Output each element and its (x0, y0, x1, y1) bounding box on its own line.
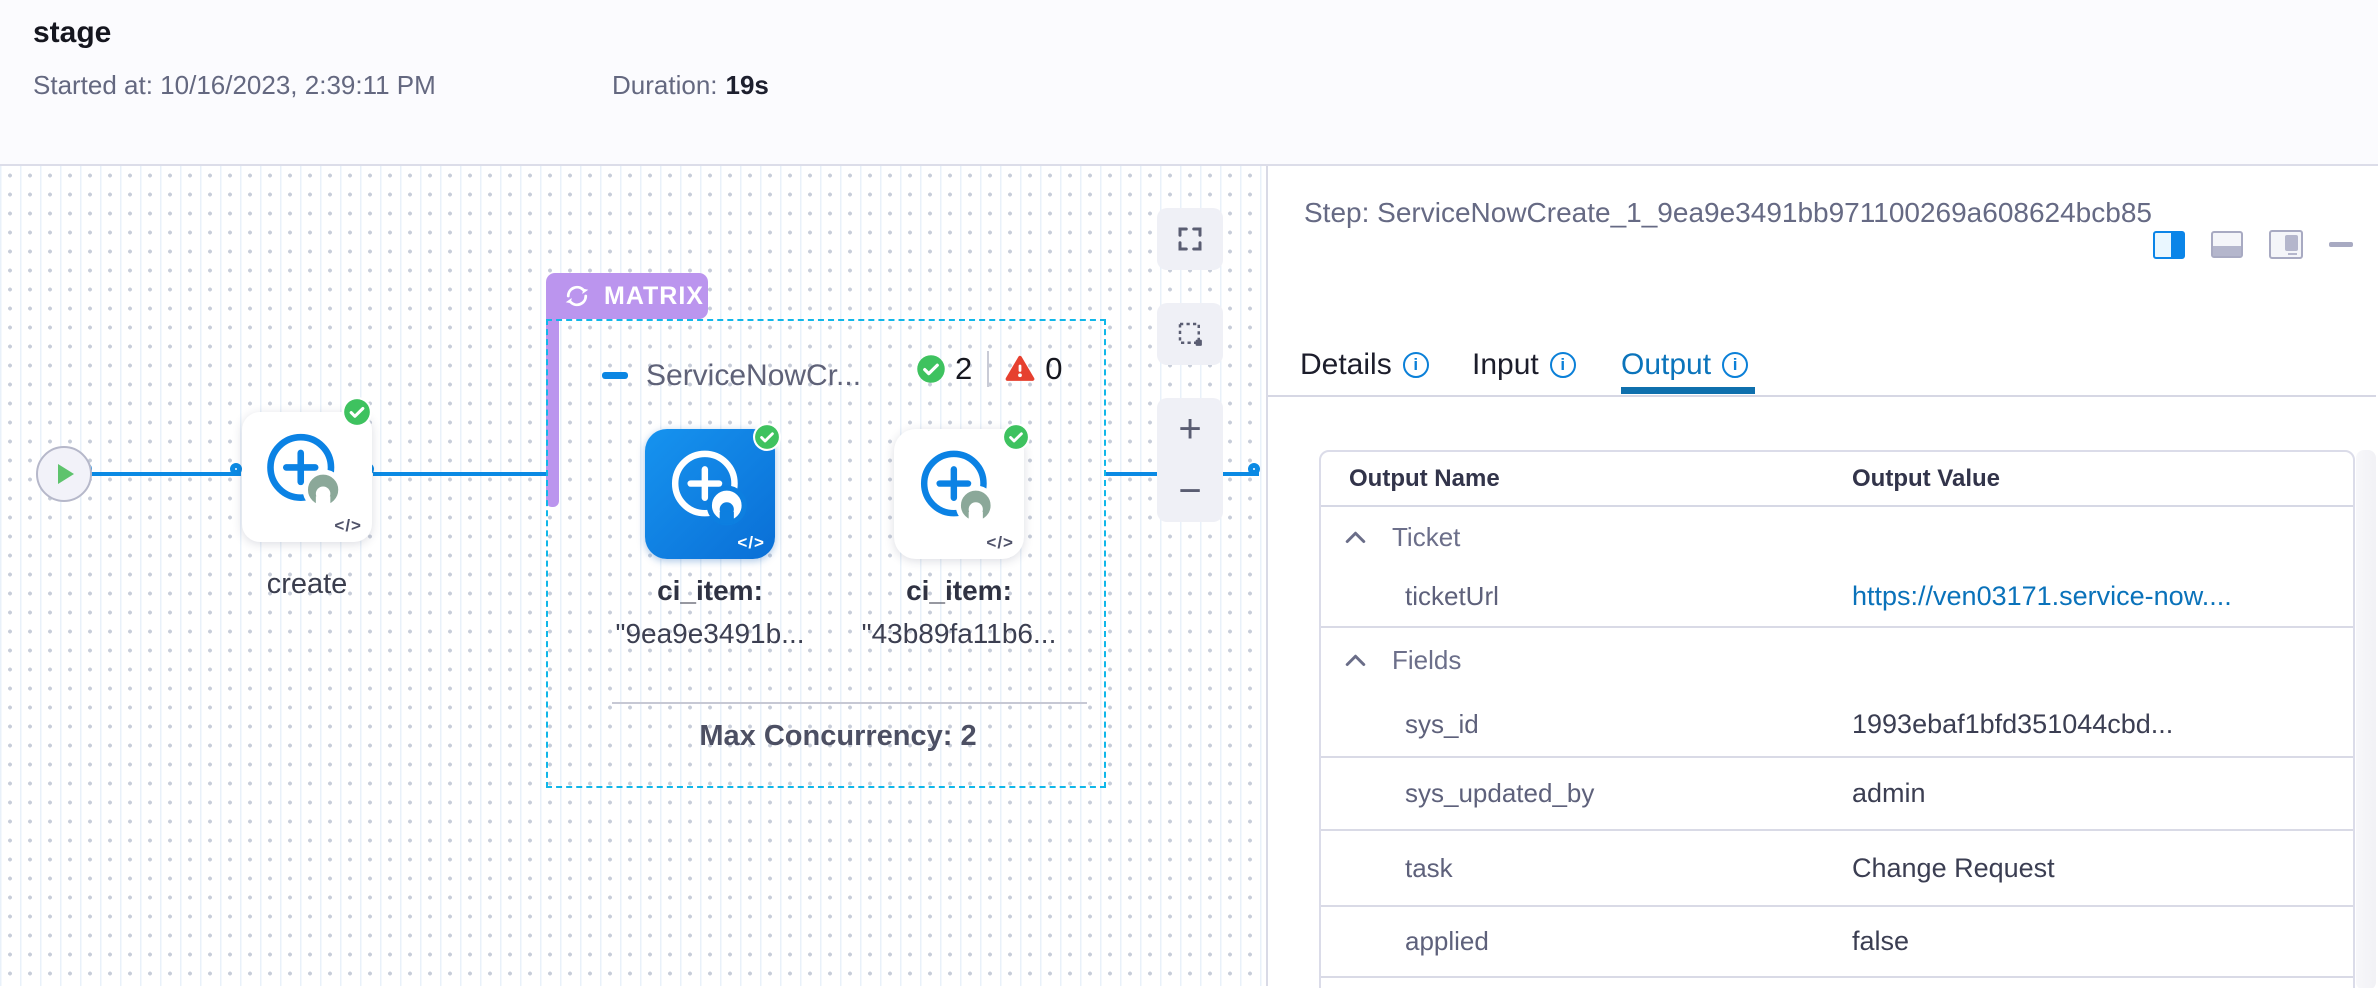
step-title: Step: ServiceNowCreate_1_9ea9e3491bb9711… (1304, 194, 2164, 232)
success-count-icon (916, 354, 946, 384)
edge-start-to-create (91, 472, 241, 476)
minimize-panel-button[interactable] (2329, 242, 2353, 247)
success-badge-icon (753, 423, 781, 451)
badge-separator (987, 351, 989, 387)
matrix-item-label-2: ci_item: "43b89fa11b6... (799, 569, 1119, 655)
group-row-fields: Fields (1321, 628, 2353, 692)
group-label: Fields (1392, 645, 1461, 676)
panel-layout-controls (2153, 230, 2353, 259)
tabs-divider (1268, 395, 2376, 397)
code-icon (737, 533, 765, 553)
success-badge-icon (1002, 423, 1030, 451)
table-row: sys_updated_by admin (1321, 758, 2353, 831)
step-label-create: create (187, 568, 427, 601)
started-at-text: Started at: 10/16/2023, 2:39:11 PM (33, 70, 436, 101)
duration-text: Duration: 19s (612, 70, 769, 101)
failed-count: 0 (1045, 351, 1062, 387)
active-tab-indicator (1621, 387, 1755, 394)
stage-title: stage (33, 16, 111, 50)
bottom-panel-layout-icon (2213, 246, 2241, 256)
chevron-up-icon[interactable] (1345, 653, 1366, 667)
edge-create-to-matrix (373, 472, 546, 476)
step-name: ServiceNowCreate_1_9ea9e3491bb971100269a… (1377, 197, 2152, 228)
matrix-tag: MATRIX (546, 273, 708, 319)
marquee-select-button[interactable] (1157, 303, 1223, 365)
matrix-item-node-2[interactable] (894, 429, 1024, 559)
table-row: sys_id 1993ebaf1bfd351044cbd... (1321, 692, 2353, 758)
step-node-create[interactable] (242, 412, 372, 542)
right-panel-layout-icon (2171, 233, 2183, 257)
info-icon[interactable] (1722, 352, 1748, 378)
play-icon (57, 463, 75, 485)
stage-header: stage Started at: 10/16/2023, 2:39:11 PM… (0, 0, 2378, 166)
info-icon[interactable] (1550, 352, 1576, 378)
zoom-in-button[interactable]: + (1178, 409, 1201, 449)
column-header-output-name: Output Name (1321, 465, 1852, 493)
column-header-output-value: Output Value (1852, 465, 2353, 493)
pipeline-canvas[interactable]: create MATRIX ServiceNowCr... 2 (0, 166, 1266, 986)
servicenow-step-icon (661, 441, 759, 539)
duration-label: Duration: (612, 70, 718, 100)
loop-icon (562, 281, 592, 311)
matrix-footer-divider (612, 702, 1087, 704)
fit-to-screen-button[interactable] (1157, 208, 1223, 270)
floating-panel-layout-icon (2285, 235, 2298, 251)
bottom-panel-layout-button[interactable] (2211, 231, 2243, 258)
tab-details[interactable]: Details (1300, 348, 1429, 382)
group-label: Ticket (1392, 522, 1460, 553)
pipeline-execution-page: stage Started at: 10/16/2023, 2:39:11 PM… (0, 0, 2378, 988)
table-header-row: Output Name Output Value (1321, 452, 2353, 507)
failed-count-icon (1004, 354, 1036, 384)
matrix-item-node-1[interactable] (645, 429, 775, 559)
floating-panel-layout-button[interactable] (2269, 230, 2303, 259)
table-row: applied false (1321, 907, 2353, 978)
code-icon (334, 516, 362, 536)
duration-value: 19s (726, 70, 769, 100)
output-table: Output Name Output Value Ticket ticketUr… (1319, 450, 2355, 988)
ticket-url-link[interactable]: https://ven03171.service-now.... (1852, 581, 2353, 612)
panel-scrollbar[interactable] (2356, 450, 2376, 988)
table-row: ticketUrl https://ven03171.service-now..… (1321, 567, 2353, 628)
collapse-matrix-button[interactable] (602, 372, 628, 379)
zoom-controls: + − (1157, 398, 1223, 522)
servicenow-step-icon (910, 441, 1008, 539)
max-concurrency-label: Max Concurrency: 2 (588, 720, 1088, 753)
matrix-group: ServiceNowCr... 2 0 (546, 319, 1106, 788)
code-icon (986, 533, 1014, 553)
port-create-in (230, 463, 242, 475)
right-panel-layout-button[interactable] (2153, 231, 2185, 259)
info-icon[interactable] (1403, 352, 1429, 378)
start-node[interactable] (36, 446, 92, 502)
step-label: Step: (1304, 197, 1369, 228)
group-row-ticket: Ticket (1321, 507, 2353, 567)
matrix-status-badges: 2 0 (916, 351, 1063, 387)
fullscreen-icon (1175, 224, 1205, 254)
success-badge-icon (342, 397, 372, 427)
chevron-up-icon[interactable] (1345, 530, 1366, 544)
matrix-step-title: ServiceNowCr... (646, 359, 896, 393)
zoom-out-button[interactable]: − (1178, 471, 1201, 511)
tab-output[interactable]: Output (1621, 348, 1748, 382)
table-row: task Change Request (1321, 831, 2353, 907)
matrix-tag-label: MATRIX (604, 282, 704, 311)
tab-input[interactable]: Input (1472, 348, 1576, 382)
marquee-selection-icon (1175, 319, 1205, 349)
servicenow-step-icon (256, 424, 356, 524)
step-details-panel: Step: ServiceNowCreate_1_9ea9e3491bb9711… (1266, 166, 2376, 986)
success-count: 2 (955, 351, 972, 387)
port-stage-out (1248, 463, 1260, 475)
